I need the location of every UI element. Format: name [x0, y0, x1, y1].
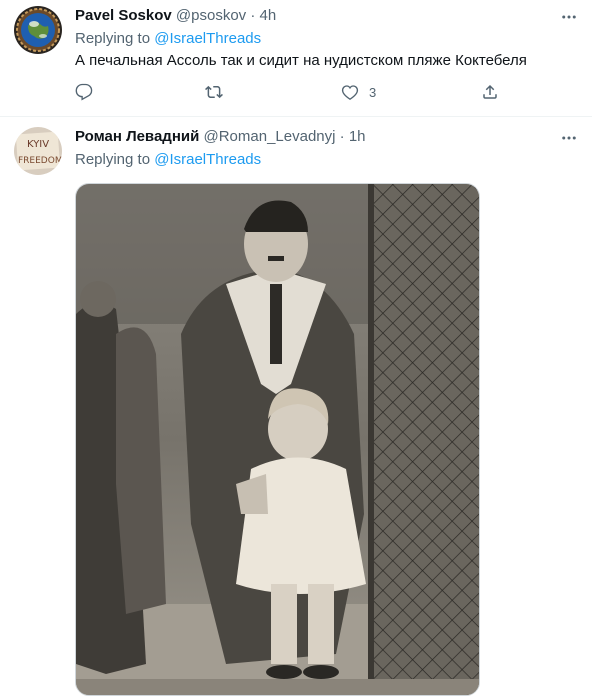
replying-to: Replying to @IsraelThreads [75, 151, 261, 168]
avatar-text-top: KYIV [27, 139, 49, 150]
display-name[interactable]: Роман Левадний [75, 128, 199, 145]
mention-link[interactable]: @IsraelThreads [154, 30, 261, 47]
sepia-photo-image [76, 184, 479, 695]
replying-prefix: Replying to [75, 30, 151, 47]
more-icon[interactable] [560, 8, 578, 26]
reply-icon [75, 83, 93, 101]
tweet-actions: 3 [75, 82, 505, 102]
retweet-icon [205, 85, 223, 99]
more-icon[interactable] [560, 129, 578, 147]
replying-prefix: Replying to [75, 151, 151, 168]
separator-dot: · [339, 128, 345, 145]
display-name[interactable]: Pavel Soskov [75, 7, 172, 24]
timestamp[interactable]: 1h [349, 128, 366, 145]
share-icon [483, 84, 497, 99]
separator-dot: · [250, 7, 256, 24]
avatar[interactable]: KYIV FREEDOM [14, 127, 62, 175]
tweet-roman-levadnyj[interactable]: KYIV FREEDOM Роман Левадний @Roman_Levad… [0, 117, 592, 700]
reply-button[interactable] [75, 82, 93, 102]
timestamp[interactable]: 4h [260, 7, 277, 24]
share-button[interactable] [481, 82, 499, 102]
replying-to: Replying to @IsraelThreads [75, 30, 261, 47]
avatar-text-bottom: FREEDOM [18, 156, 62, 166]
like-count: 3 [369, 84, 377, 100]
user-handle[interactable]: @Roman_Levadnyj [204, 128, 336, 145]
retweet-button[interactable] [205, 82, 223, 102]
mention-link[interactable]: @IsraelThreads [154, 151, 261, 168]
protest-sign-avatar-icon: KYIV FREEDOM [14, 127, 62, 175]
like-button[interactable]: 3 [341, 82, 376, 102]
tweet-text: А печальная Ассоль так и сидит на нудист… [75, 52, 527, 69]
avatar[interactable] [14, 6, 62, 54]
tweet-header: Pavel Soskov @psoskov · 4h [75, 7, 276, 24]
tweet-pavel-soskov[interactable]: Pavel Soskov @psoskov · 4h Replying to @… [0, 0, 592, 117]
tweet-header: Роман Левадний @Roman_Levadnyj · 1h [75, 128, 366, 145]
globe-avatar-icon [14, 6, 62, 54]
user-handle[interactable]: @psoskov [176, 7, 246, 24]
tweet-media-photo[interactable] [75, 183, 480, 696]
like-icon [341, 85, 359, 100]
